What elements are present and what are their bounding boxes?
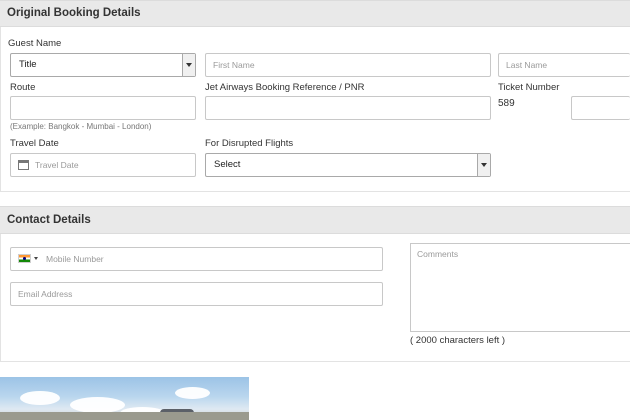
- disrupted-select-value: Select: [214, 159, 241, 170]
- ticket-prefix: 589: [498, 98, 515, 109]
- disrupted-flights-label: For Disrupted Flights: [205, 138, 294, 149]
- airport-photo: [0, 377, 249, 420]
- pnr-input[interactable]: [205, 96, 491, 120]
- guest-name-label: Guest Name: [8, 38, 62, 49]
- cloud-shape: [70, 397, 125, 413]
- first-name-input[interactable]: First Name: [205, 53, 491, 77]
- email-placeholder: Email Address: [18, 289, 73, 299]
- ticket-number-label: Ticket Number: [498, 82, 560, 93]
- route-label: Route: [10, 82, 36, 93]
- travel-date-placeholder: Travel Date: [35, 160, 79, 170]
- booking-section-header: Original Booking Details: [0, 0, 630, 27]
- comments-placeholder: Comments: [417, 249, 459, 259]
- travel-date-input[interactable]: Travel Date: [10, 153, 196, 177]
- india-flag-icon[interactable]: [18, 254, 31, 264]
- last-name-input[interactable]: Last Name: [498, 53, 630, 77]
- route-hint: (Example: Bangkok - Mumbai - London): [10, 122, 152, 131]
- cloud-shape: [20, 391, 60, 405]
- chevron-down-icon[interactable]: [34, 257, 38, 261]
- title-select-value: Title: [19, 59, 37, 70]
- last-name-placeholder: Last Name: [506, 60, 548, 70]
- title-select[interactable]: Title: [10, 53, 196, 77]
- mobile-number-input[interactable]: Mobile Number: [10, 247, 383, 271]
- pnr-label: Jet Airways Booking Reference / PNR: [205, 82, 365, 93]
- cloud-shape: [175, 387, 210, 399]
- characters-left-counter: ( 2000 characters left ): [410, 335, 506, 346]
- page: Original Booking Details Guest Name Titl…: [0, 0, 630, 420]
- mobile-placeholder: Mobile Number: [46, 254, 104, 264]
- disrupted-flights-select[interactable]: Select: [205, 153, 491, 177]
- ticket-number-input[interactable]: [571, 96, 630, 120]
- ground-strip: [0, 412, 249, 420]
- comments-textarea[interactable]: Comments: [410, 243, 630, 332]
- chevron-down-icon[interactable]: [477, 154, 490, 176]
- route-input[interactable]: [10, 96, 196, 120]
- travel-date-label: Travel Date: [10, 138, 59, 149]
- first-name-placeholder: First Name: [213, 60, 255, 70]
- contact-section-header: Contact Details: [0, 206, 630, 234]
- chevron-down-icon[interactable]: [182, 54, 195, 76]
- email-input[interactable]: Email Address: [10, 282, 383, 306]
- calendar-icon[interactable]: [18, 159, 29, 170]
